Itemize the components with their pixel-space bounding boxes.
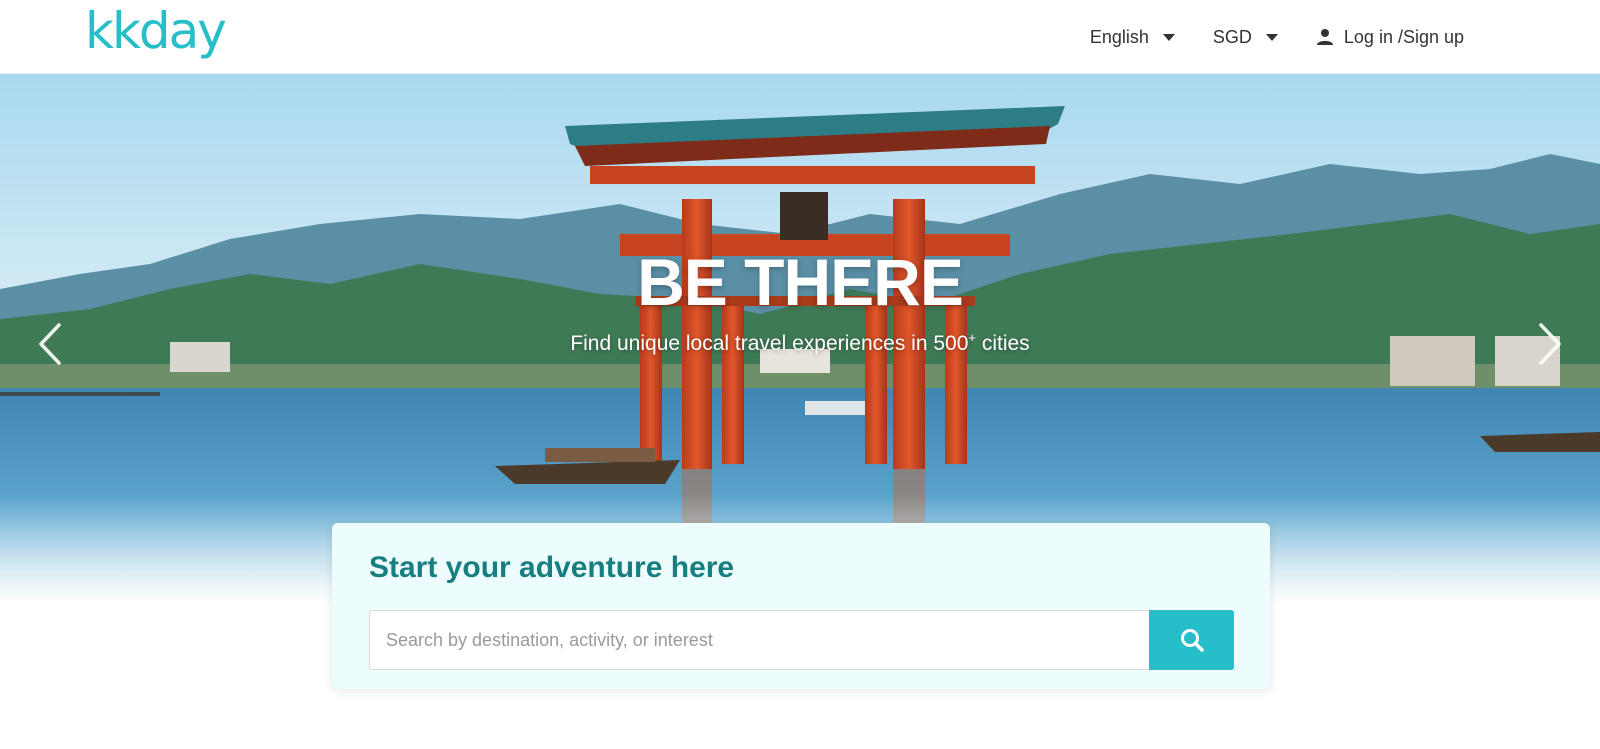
search-box: [369, 610, 1234, 670]
search-panel: Start your adventure here: [332, 523, 1270, 689]
site-header: kkday English SGD Log in /Sign up: [0, 0, 1600, 74]
search-input[interactable]: [369, 610, 1149, 670]
carousel-prev-button[interactable]: [30, 314, 70, 374]
login-signup-link[interactable]: Log in /Sign up: [1316, 0, 1464, 74]
hero-subtitle-suffix: cities: [975, 332, 1030, 355]
chevron-left-icon: [39, 323, 61, 365]
search-icon: [1180, 629, 1204, 652]
carousel-next-button[interactable]: [1530, 314, 1570, 374]
chevron-right-icon: [1539, 323, 1561, 365]
caret-down-icon: [1162, 33, 1175, 41]
kkday-logo[interactable]: kkday: [85, 0, 227, 66]
header-nav: English SGD Log in /Sign up: [1090, 0, 1464, 74]
hero-subtitle-text: Find unique local travel experiences in …: [570, 332, 969, 355]
currency-selector[interactable]: SGD: [1213, 0, 1278, 74]
user-icon: [1316, 28, 1334, 46]
login-label: Log in /Sign up: [1343, 26, 1464, 47]
language-label: English: [1089, 26, 1149, 47]
currency-label: SGD: [1212, 26, 1252, 47]
language-selector[interactable]: English: [1090, 0, 1175, 74]
search-button[interactable]: [1149, 610, 1234, 670]
hero-subtitle: Find unique local travel experiences in …: [0, 330, 1600, 356]
hero-subtitle-sup: +: [968, 330, 976, 345]
caret-down-icon: [1265, 33, 1278, 41]
search-heading: Start your adventure here: [369, 551, 735, 584]
hero-title: BE THERE: [637, 245, 964, 319]
